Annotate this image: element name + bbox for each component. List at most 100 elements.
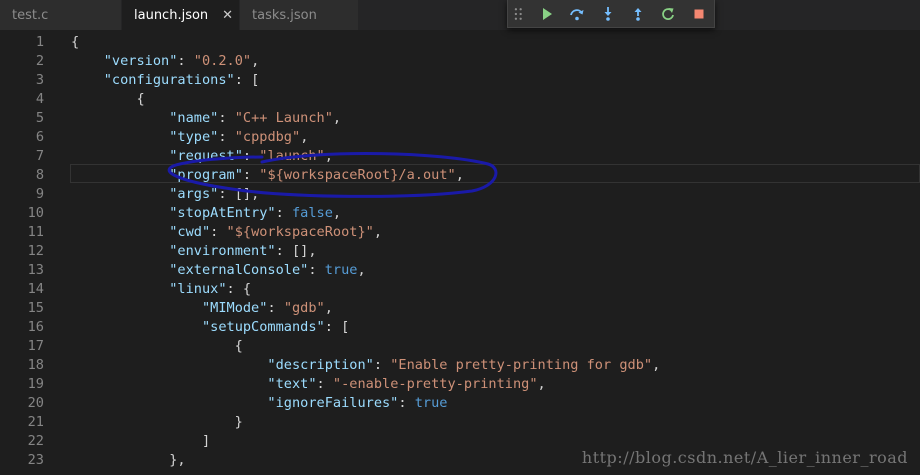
code-token: , [300,129,309,145]
code-line[interactable]: 10 "stopAtEntry": false, [0,204,920,223]
code-token: "request" [169,148,243,164]
code-text: } [71,413,243,432]
line-number: 16 [27,319,44,335]
line-number: 9 [35,186,44,202]
code-line[interactable]: 20 "ignoreFailures": true [0,394,920,413]
code-line[interactable]: 2 "version": "0.2.0", [0,52,920,71]
code-token: { [71,34,80,50]
code-text: ] [71,432,210,451]
line-number: 18 [27,357,44,373]
step-into-button[interactable] [592,2,622,26]
code-text: { [71,90,144,109]
code-token: "description" [267,357,374,373]
code-token: , [652,357,661,373]
line-number: 4 [35,91,44,107]
code-line[interactable]: 7 "request": "launch", [0,147,920,166]
code-token: : [ [324,319,350,335]
code-line[interactable]: 13 "externalConsole": true, [0,261,920,280]
restart-icon [662,7,675,20]
code-text: "configurations": [ [71,71,260,90]
code-line[interactable]: 16 "setupCommands": [ [0,318,920,337]
code-line[interactable]: 21 } [0,413,920,432]
step-out-button[interactable] [623,2,653,26]
code-text: { [71,337,243,356]
code-line[interactable]: 18 "description": "Enable pretty-printin… [0,356,920,375]
step-out-icon [634,7,642,21]
step-into-icon [604,6,612,21]
code-token: , [332,110,342,126]
code-token: ] [71,433,211,449]
code-token: "Enable pretty-printing for gdb" [390,357,653,373]
code-line[interactable]: 4 { [0,90,920,109]
stop-button[interactable] [684,2,714,26]
code-token: , [455,167,464,183]
code-token: "args" [169,186,219,202]
line-number: 6 [35,129,44,145]
code-token: : [267,300,284,316]
code-line[interactable]: 8 "program": "${workspaceRoot}/a.out", [0,166,920,185]
line-number: 11 [27,224,44,240]
code-line[interactable]: 1{ [0,33,920,52]
code-line[interactable]: 6 "type": "cppdbg", [0,128,920,147]
line-number: 5 [35,110,44,126]
code-token: : [ [234,72,260,88]
code-token: "program" [169,167,243,183]
code-token: : [308,262,325,278]
code-line[interactable]: 3 "configurations": [ [0,71,920,90]
code-token: : [398,395,415,411]
code-text: "name": "C++ Launch", [71,109,341,128]
drag-handle-icon[interactable] [514,7,524,21]
code-token: , [332,205,342,221]
code-text: "environment": [], [71,242,316,261]
code-line[interactable]: 11 "cwd": "${workspaceRoot}", [0,223,920,242]
code-token: "text" [267,376,317,392]
code-line[interactable]: 5 "name": "C++ Launch", [0,109,920,128]
code-token: }, [71,452,186,468]
step-over-button[interactable] [562,2,592,26]
code-token: "-enable-pretty-printing" [332,376,538,392]
code-token: : [242,167,260,183]
code-text: "request": "launch", [71,147,333,166]
line-number: 20 [27,395,44,411]
code-editor[interactable]: 1{2 "version": "0.2.0", 3 "configurations… [0,31,920,475]
code-line[interactable]: 9 "args": [], [0,185,920,204]
restart-button[interactable] [653,2,683,26]
code-token: , [251,53,260,69]
code-text: "args": [], [71,185,259,204]
watermark-text: http://blog.csdn.net/A_lier_inner_road [581,448,908,467]
line-number: 21 [27,414,44,430]
code-token: "gdb" [283,300,325,316]
code-text: "cwd": "${workspaceRoot}", [71,223,382,242]
code-token: , [537,376,546,392]
code-text: "stopAtEntry": false, [71,204,341,223]
code-line[interactable]: 19 "text": "-enable-pretty-printing", [0,375,920,394]
code-text: "text": "-enable-pretty-printing", [71,375,546,394]
continue-button[interactable] [532,2,562,26]
tab-tasks-json[interactable]: tasks.json [240,0,359,30]
line-number: 23 [27,452,44,468]
code-token: "${workspaceRoot}/a.out" [259,167,456,183]
tab-launch-json[interactable]: launch.json ✕ [122,0,240,30]
code-token: : [316,376,333,392]
code-token: "0.2.0" [193,53,252,69]
tab-test-c[interactable]: test.c [0,0,122,30]
code-token: "type" [169,129,219,145]
code-text: }, [71,451,186,470]
close-icon[interactable]: ✕ [222,8,233,23]
code-token: "externalConsole" [169,262,309,278]
line-number: 12 [27,243,44,259]
code-text: "linux": { [71,280,251,299]
code-token: : [], [218,186,260,202]
code-line[interactable]: 14 "linux": { [0,280,920,299]
code-line[interactable]: 12 "environment": [], [0,242,920,261]
line-number: 10 [27,205,44,221]
code-line[interactable]: 15 "MIMode": "gdb", [0,299,920,318]
code-line[interactable]: 17 { [0,337,920,356]
line-number: 1 [35,34,44,50]
code-token: "cwd" [169,224,211,240]
